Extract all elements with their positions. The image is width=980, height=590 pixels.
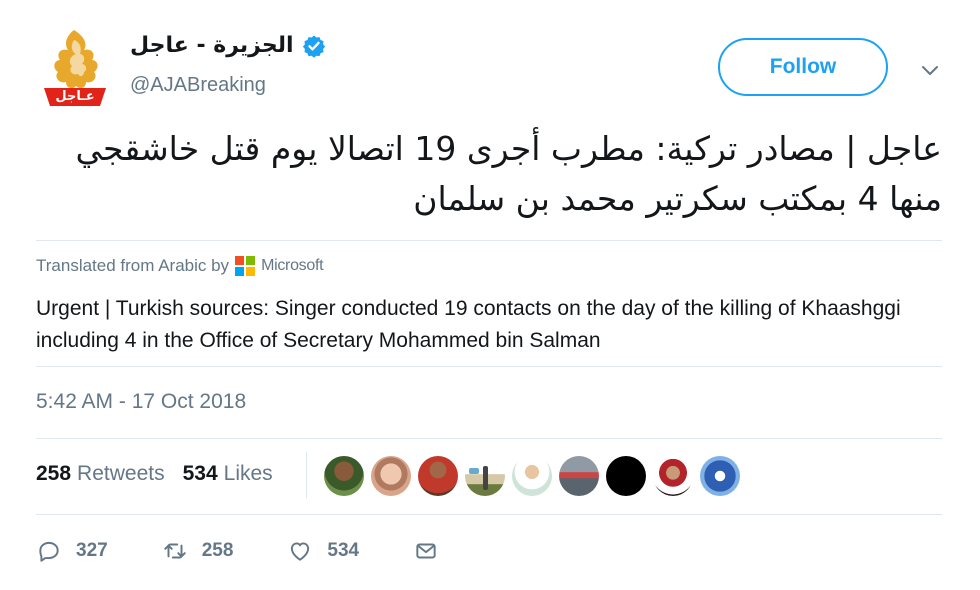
retweet-icon <box>163 543 186 559</box>
avatar[interactable] <box>324 456 364 496</box>
direct-message-button[interactable] <box>413 538 439 564</box>
avatar[interactable] <box>700 456 740 496</box>
envelope-icon <box>416 543 436 559</box>
tweet-timestamp[interactable]: 5:42 AM - 17 Oct 2018 <box>36 390 246 414</box>
divider <box>36 514 942 515</box>
author-handle[interactable]: @AJABreaking <box>130 74 266 97</box>
avatar[interactable] <box>653 456 693 496</box>
chevron-down-icon[interactable] <box>918 58 942 82</box>
logo-label: عـاجل <box>55 89 95 104</box>
translator-name[interactable]: Microsoft <box>261 257 324 275</box>
likes-stat[interactable]: 534 Likes <box>183 462 273 486</box>
microsoft-logo-icon <box>235 256 256 276</box>
divider <box>36 366 942 367</box>
retweet-count: 258 <box>201 540 234 561</box>
like-button[interactable]: 534 <box>287 538 359 564</box>
translated-text: Urgent | Turkish sources: Singer conduct… <box>36 297 901 352</box>
divider <box>36 240 942 241</box>
like-count: 534 <box>327 540 360 561</box>
avatar[interactable] <box>418 456 458 496</box>
divider <box>36 438 942 439</box>
verified-badge-icon <box>302 35 325 58</box>
engagement-stats: 258 Retweets 534 Likes <box>36 462 273 486</box>
author-name-row: الجزيرة - عاجل <box>130 33 326 58</box>
author-display-name[interactable]: الجزيرة - عاجل <box>130 33 294 58</box>
retweets-label: Retweets <box>77 462 165 485</box>
likes-count: 534 <box>182 462 218 485</box>
retweets-stat[interactable]: 258 Retweets <box>36 462 165 486</box>
translated-from-row: Translated from Arabic by Microsoft <box>36 256 324 276</box>
avatar[interactable] <box>465 456 505 496</box>
tweet-text: عاجل | مصادر تركية: مطرب أجرى 19 اتصالا … <box>75 129 942 218</box>
reply-button[interactable]: 327 <box>36 538 108 564</box>
tweet-actions: 327 258 534 <box>36 538 493 564</box>
heart-icon <box>291 542 310 561</box>
likes-label: Likes <box>223 462 273 485</box>
follow-button[interactable]: Follow <box>718 38 888 96</box>
account-avatar-logo[interactable]: عـاجل <box>40 26 110 108</box>
liker-avatars <box>324 456 740 496</box>
stats-separator <box>306 452 307 498</box>
avatar[interactable] <box>512 456 552 496</box>
retweet-button[interactable]: 258 <box>162 538 234 564</box>
avatar[interactable] <box>559 456 599 496</box>
retweets-count: 258 <box>36 462 72 485</box>
translated-from-label: Translated from Arabic by <box>36 256 230 275</box>
avatar[interactable] <box>371 456 411 496</box>
reply-count: 327 <box>76 540 108 561</box>
reply-icon <box>39 541 59 562</box>
avatar[interactable] <box>606 456 646 496</box>
